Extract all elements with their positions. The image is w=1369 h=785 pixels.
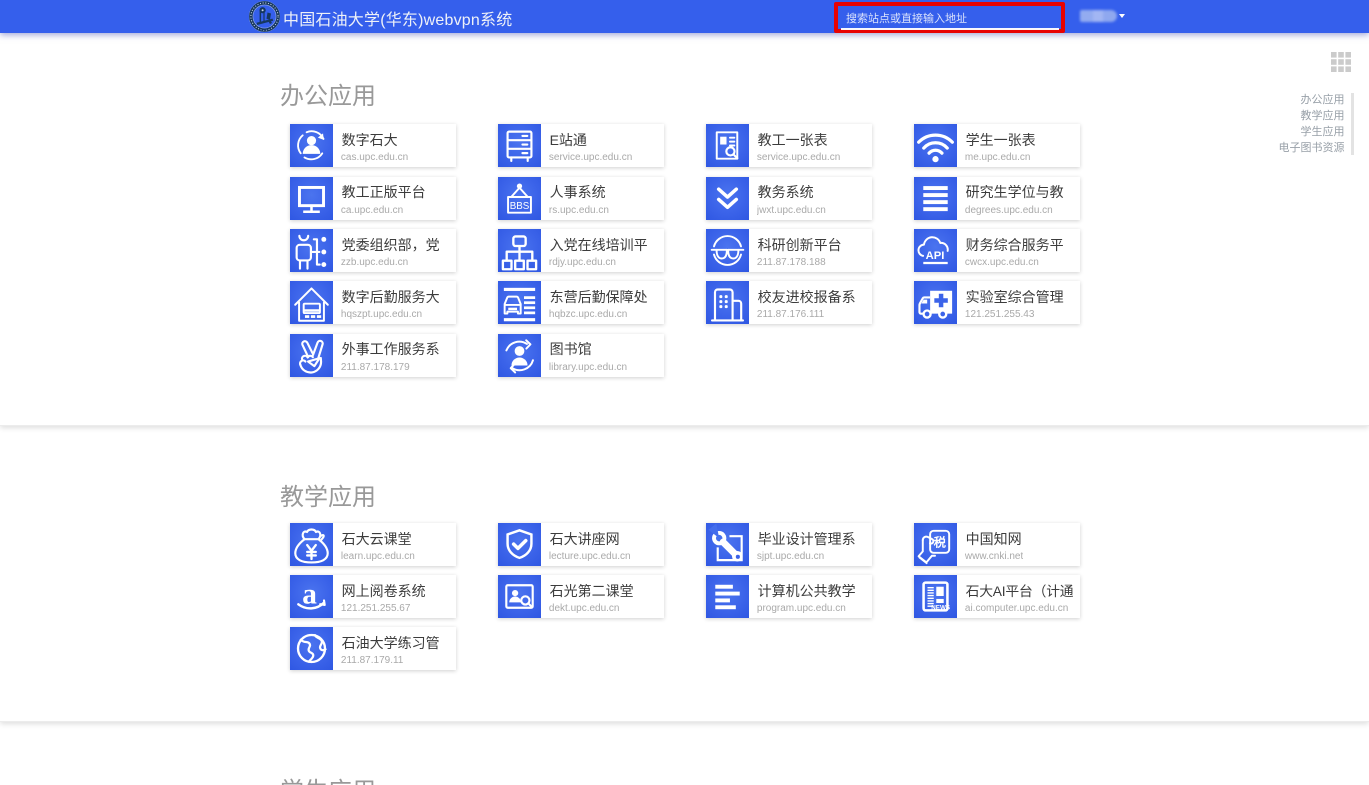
svg-text:BBS: BBS [510, 200, 530, 211]
svg-text:a: a [302, 578, 317, 610]
svg-text:税: 税 [934, 534, 947, 549]
svg-text:NEWS: NEWS [931, 605, 950, 612]
svg-text:API: API [926, 250, 945, 262]
